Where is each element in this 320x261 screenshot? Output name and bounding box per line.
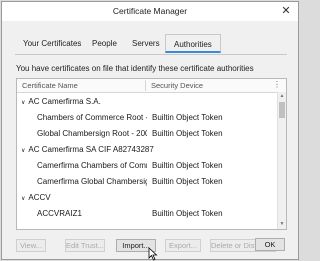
view-button[interactable]: View... [16, 239, 46, 252]
column-header-security-device[interactable]: Security Device [151, 81, 203, 90]
expand-chevron-icon[interactable]: ∨ [21, 148, 25, 154]
export-button[interactable]: Export... [165, 239, 201, 252]
certificate-name: ACCVRAIZ1 [37, 209, 82, 218]
expand-chevron-icon[interactable]: ∨ [21, 196, 25, 202]
tab-authorities[interactable]: Authorities [165, 34, 221, 53]
edit-trust-button[interactable]: Edit Trust... [65, 239, 105, 252]
title-bar: Certificate Manager ✕ [2, 2, 298, 21]
mouse-pointer-icon [148, 247, 158, 261]
tree-group-row[interactable]: ∨ ACCV [17, 189, 279, 205]
certificate-name: Chambers of Commerce Root - 2008 [37, 113, 147, 122]
close-icon[interactable]: ✕ [280, 5, 292, 17]
certificate-row[interactable]: Camerfirma Chambers of Commerce... Built… [17, 157, 279, 173]
certificate-row[interactable]: ACCVRAIZ1 Builtin Object Token [17, 205, 279, 221]
column-divider [145, 80, 146, 91]
vertical-scrollbar[interactable]: ▲ ▼ [277, 92, 286, 229]
tab-people[interactable]: People [92, 39, 117, 48]
certificate-row[interactable]: Chambers of Commerce Root - 2008 Builtin… [17, 109, 279, 125]
tab-bar: Your Certificates People Servers Authori… [15, 34, 287, 55]
column-picker-icon[interactable]: ⋮ [273, 80, 281, 89]
tab-your-certificates[interactable]: Your Certificates [23, 39, 81, 48]
security-device: Builtin Object Token [152, 129, 223, 138]
column-header-certificate-name[interactable]: Certificate Name [22, 81, 78, 90]
group-label: AC Camerfirma SA CIF A82743287 [28, 145, 154, 154]
certificate-row[interactable]: Camerfirma Global Chambersign Ro... Buil… [17, 173, 279, 189]
tree-group-row[interactable]: ∨ AC Camerfirma S.A. [17, 93, 279, 109]
security-device: Builtin Object Token [152, 161, 223, 170]
expand-chevron-icon[interactable]: ∨ [21, 100, 25, 106]
certificate-manager-dialog: Certificate Manager ✕ Your Certificates … [1, 1, 299, 261]
certificate-name: Global Chambersign Root - 2008 [37, 129, 147, 138]
certificate-name: Camerfirma Chambers of Commerce... [37, 161, 147, 170]
security-device: Builtin Object Token [152, 209, 223, 218]
certificate-name: Camerfirma Global Chambersign Ro... [37, 177, 147, 186]
certificate-row[interactable]: Global Chambersign Root - 2008 Builtin O… [17, 125, 279, 141]
security-device: Builtin Object Token [152, 177, 223, 186]
scroll-up-arrow-icon[interactable]: ▲ [278, 92, 286, 101]
scrollbar-thumb[interactable] [279, 102, 285, 118]
window-title: Certificate Manager [112, 6, 188, 16]
scroll-down-arrow-icon[interactable]: ▼ [278, 220, 286, 229]
tree-group-row[interactable]: ∨ AC Camerfirma SA CIF A82743287 [17, 141, 279, 157]
list-header: Certificate Name Security Device ⋮ [17, 79, 286, 93]
group-label: ACCV [28, 193, 51, 202]
security-device: Builtin Object Token [152, 113, 223, 122]
group-label: AC Camerfirma S.A. [28, 97, 101, 106]
description-text: You have certificates on file that ident… [16, 64, 254, 73]
tab-servers[interactable]: Servers [132, 39, 160, 48]
ok-button[interactable]: OK [255, 238, 285, 251]
certificate-tree[interactable]: Certificate Name Security Device ⋮ ∨ AC C… [16, 78, 287, 230]
